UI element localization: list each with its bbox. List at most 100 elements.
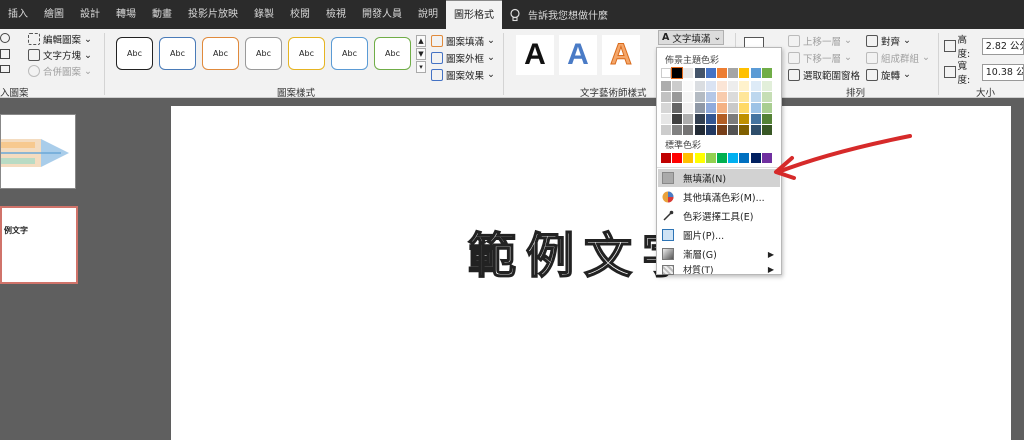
tab-draw[interactable]: 繪圖	[36, 0, 72, 29]
theme-color-swatch[interactable]	[716, 68, 727, 78]
text-fill-button[interactable]: A 文字填滿 ⌄	[658, 30, 724, 45]
slide-thumbnail-2[interactable]: 例文字	[0, 206, 78, 284]
tab-help[interactable]: 說明	[410, 0, 446, 29]
merge-shapes-button[interactable]: 合併圖案 ⌄	[28, 63, 92, 79]
tell-me-search[interactable]: 告訴我您想做什麼	[508, 7, 608, 22]
theme-shade-swatch[interactable]	[739, 125, 750, 135]
bring-forward-button[interactable]: 上移一層 ⌄	[788, 32, 860, 49]
theme-shade-swatch[interactable]	[705, 92, 716, 102]
edit-shape-button[interactable]: 編輯圖案 ⌄	[28, 31, 92, 47]
rotate-button[interactable]: 旋轉 ⌄	[866, 66, 930, 83]
theme-shade-swatch[interactable]	[661, 81, 671, 91]
shapes-gallery[interactable]	[0, 33, 14, 79]
shape-style-thumb-1[interactable]: Abc	[116, 37, 153, 70]
standard-color-swatch[interactable]	[739, 153, 750, 163]
theme-shade-swatch[interactable]	[739, 81, 750, 91]
theme-shade-swatch[interactable]	[672, 92, 683, 102]
tab-review[interactable]: 校閱	[282, 0, 318, 29]
theme-shade-swatch[interactable]	[750, 81, 761, 91]
width-input[interactable]: 10.38 公分	[981, 63, 1024, 81]
scroll-down-icon[interactable]: ▼	[416, 48, 426, 60]
tab-view[interactable]: 檢視	[318, 0, 354, 29]
theme-shade-swatch[interactable]	[683, 114, 694, 124]
tab-transitions[interactable]: 轉場	[108, 0, 144, 29]
shape-style-thumb-3[interactable]: Abc	[202, 37, 239, 70]
scroll-up-icon[interactable]: ▲	[416, 35, 426, 47]
shape-style-thumb-5[interactable]: Abc	[288, 37, 325, 70]
texture-item[interactable]: 材質(T) ▶	[658, 264, 780, 276]
picture-fill-item[interactable]: 圖片(P)...	[658, 226, 780, 244]
standard-color-swatch[interactable]	[728, 153, 739, 163]
theme-shade-swatch[interactable]	[672, 125, 683, 135]
tab-slideshow[interactable]: 投影片放映	[180, 0, 246, 29]
text-box-button[interactable]: 文字方塊 ⌄	[28, 47, 92, 63]
standard-color-swatch[interactable]	[683, 153, 694, 163]
height-input[interactable]: 2.82 公分	[981, 37, 1024, 55]
tab-design[interactable]: 設計	[72, 0, 108, 29]
theme-shade-swatch[interactable]	[750, 92, 761, 102]
theme-color-swatch[interactable]	[694, 68, 705, 78]
theme-shade-swatch[interactable]	[728, 125, 739, 135]
tab-insert[interactable]: 插入	[0, 0, 36, 29]
tab-record[interactable]: 錄製	[246, 0, 282, 29]
theme-shade-swatch[interactable]	[717, 125, 727, 135]
theme-shade-swatch[interactable]	[750, 103, 761, 113]
theme-color-swatch[interactable]	[728, 68, 739, 78]
tab-animations[interactable]: 動畫	[144, 0, 180, 29]
theme-shade-swatch[interactable]	[717, 81, 727, 91]
wordart-style-3[interactable]: A	[602, 35, 640, 75]
theme-shade-swatch[interactable]	[750, 114, 761, 124]
theme-shade-swatch[interactable]	[683, 103, 694, 113]
standard-color-swatch[interactable]	[694, 153, 705, 163]
theme-shade-swatch[interactable]	[717, 114, 727, 124]
theme-shade-swatch[interactable]	[761, 103, 772, 113]
theme-shade-swatch[interactable]	[739, 114, 750, 124]
more-fill-colors-item[interactable]: 其他填滿色彩(M)...	[658, 188, 780, 206]
theme-shade-swatch[interactable]	[705, 81, 716, 91]
tab-shape-format[interactable]: 圖形格式	[446, 0, 502, 29]
theme-color-swatch[interactable]	[739, 68, 750, 78]
theme-shade-swatch[interactable]	[694, 114, 705, 124]
theme-color-swatch[interactable]	[761, 68, 772, 78]
theme-shade-swatch[interactable]	[761, 81, 772, 91]
shape-style-thumb-4[interactable]: Abc	[245, 37, 282, 70]
theme-shade-swatch[interactable]	[705, 125, 716, 135]
theme-shade-swatch[interactable]	[728, 92, 739, 102]
theme-shade-swatch[interactable]	[739, 103, 750, 113]
theme-shade-swatch[interactable]	[661, 103, 671, 113]
theme-shade-swatch[interactable]	[761, 114, 772, 124]
selection-pane-button[interactable]: 選取範圍窗格	[788, 66, 860, 83]
shape-effects-button[interactable]: 圖案效果 ⌄	[431, 66, 495, 83]
slide-thumbnail-1[interactable]	[0, 114, 76, 189]
theme-shade-swatch[interactable]	[728, 81, 739, 91]
theme-shade-swatch[interactable]	[728, 103, 739, 113]
theme-shade-swatch[interactable]	[672, 81, 683, 91]
shape-style-thumb-2[interactable]: Abc	[159, 37, 196, 70]
group-button[interactable]: 組成群組 ⌄	[866, 49, 930, 66]
align-button[interactable]: 對齊 ⌄	[866, 32, 930, 49]
send-backward-button[interactable]: 下移一層 ⌄	[788, 49, 860, 66]
theme-shade-swatch[interactable]	[672, 103, 683, 113]
wordart-style-1[interactable]: A	[516, 35, 554, 75]
theme-shade-swatch[interactable]	[661, 92, 671, 102]
standard-color-swatch[interactable]	[705, 153, 716, 163]
shape-fill-button[interactable]: 圖案填滿 ⌄	[431, 32, 495, 49]
theme-color-swatch[interactable]	[661, 68, 671, 78]
theme-shade-swatch[interactable]	[694, 103, 705, 113]
theme-shade-swatch[interactable]	[728, 114, 739, 124]
theme-color-swatch[interactable]	[705, 68, 716, 78]
theme-color-swatch[interactable]	[750, 68, 761, 78]
theme-shade-swatch[interactable]	[683, 92, 694, 102]
theme-shade-swatch[interactable]	[694, 92, 705, 102]
theme-shade-swatch[interactable]	[694, 81, 705, 91]
standard-color-swatch[interactable]	[661, 153, 671, 163]
theme-shade-swatch[interactable]	[694, 125, 705, 135]
theme-shade-swatch[interactable]	[683, 81, 694, 91]
theme-shade-swatch[interactable]	[739, 92, 750, 102]
theme-shade-swatch[interactable]	[717, 92, 727, 102]
standard-color-swatch[interactable]	[716, 153, 727, 163]
gallery-more-icon[interactable]: ▾	[416, 61, 426, 73]
standard-color-swatch[interactable]	[672, 153, 683, 163]
theme-shade-swatch[interactable]	[683, 125, 694, 135]
theme-shade-swatch[interactable]	[705, 103, 716, 113]
